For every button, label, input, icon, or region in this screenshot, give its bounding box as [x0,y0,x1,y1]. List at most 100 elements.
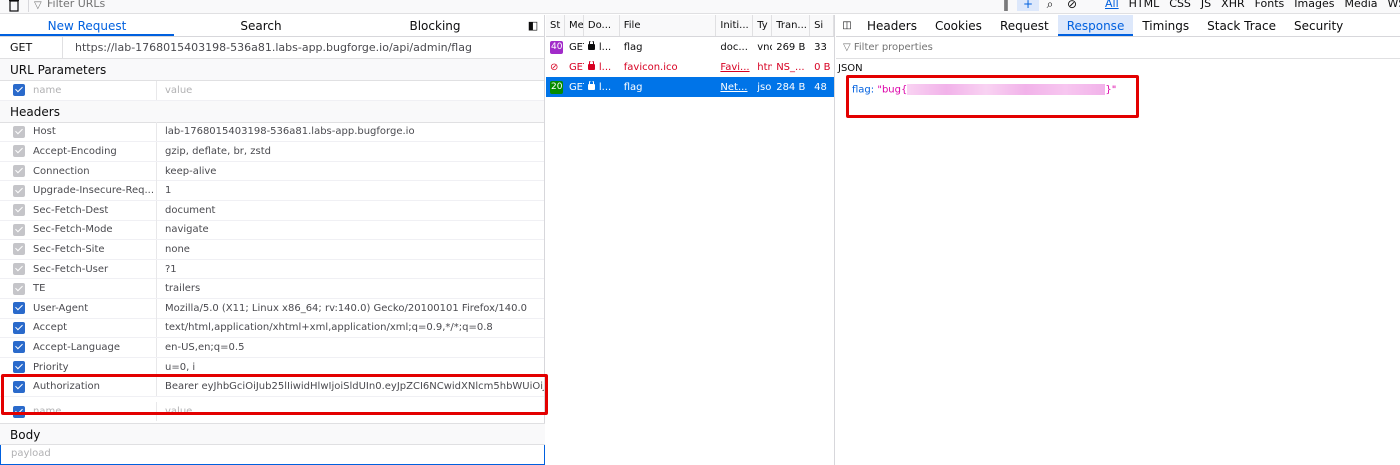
header-value-input[interactable]: 1 [156,181,544,201]
header-name-input[interactable]: User-Agent [25,303,156,314]
param-name-input[interactable]: name [25,85,156,96]
request-table-body: 40 GET l... flag doc... vnd 269 B 33 ⊘ GET l... fav… [546,37,834,97]
header-checkbox[interactable] [13,282,25,295]
type-filter-all[interactable]: All [1100,0,1124,10]
type-filter-js[interactable]: JS [1196,0,1216,10]
type-filter-css[interactable]: CSS [1164,0,1196,10]
header-name-input[interactable]: Accept [25,322,156,333]
header-row: User-Agent Mozilla/5.0 (X11; Linux x86_64… [0,298,544,319]
header-name-input[interactable]: Accept-Encoding [25,146,156,157]
initiator-cell: Net... [720,81,748,93]
header-value-input[interactable]: Mozilla/5.0 (X11; Linux x86_64; rv:140.0… [156,298,544,318]
type-filter-images[interactable]: Images [1289,0,1339,10]
tab-new-request[interactable]: New Request [0,15,174,36]
header-name-input[interactable]: Upgrade-Insecure-Req... [25,185,156,196]
url-param-checkbox[interactable] [13,84,25,97]
column-header[interactable]: Do... [584,15,620,36]
header-checkbox[interactable] [13,145,25,158]
type-filter-html[interactable]: HTML [1124,0,1165,10]
header-checkbox[interactable] [13,223,25,236]
header-checkbox[interactable] [13,361,25,374]
tab-security[interactable]: Security [1285,15,1352,36]
header-checkbox[interactable] [13,184,25,197]
blocked-icon: ⊘ [550,61,559,73]
pause-icon[interactable]: ‖ [995,0,1017,11]
column-header[interactable]: Initi... [716,15,754,36]
header-value-input[interactable]: ?1 [156,259,544,279]
header-name-input[interactable]: TE [25,283,156,294]
header-checkbox[interactable] [13,341,25,354]
request-row[interactable]: 20 GET l... flag Net... json 284 B 48 [546,77,834,97]
header-name-input[interactable]: Sec-Fetch-Mode [25,224,156,235]
header-name-input[interactable]: Host [25,126,156,137]
filter-properties-input[interactable]: ▽ Filter properties [836,37,1400,59]
domain-text: l... [598,42,612,53]
column-header[interactable]: Tran... [772,15,811,36]
header-value-input[interactable]: keep-alive [156,161,544,181]
type-cell: htm [757,61,772,73]
header-row: Connection keep-alive [0,161,544,182]
header-value-input[interactable]: navigate [156,220,544,240]
header-value-input[interactable]: gzip, deflate, br, zstd [156,141,544,161]
method-select[interactable]: GET [0,41,62,54]
new-request-icon[interactable]: + [1017,0,1039,11]
request-row[interactable]: ⊘ GET l... favicon.ico Favi... htm NS_... 0 B [546,57,834,77]
header-name-input[interactable]: Accept-Language [25,342,156,353]
search-icon[interactable]: ⌕ [1039,0,1061,11]
column-header[interactable]: Si [810,15,834,36]
tab-request[interactable]: Request [991,15,1058,36]
column-header[interactable]: File [620,15,717,36]
toggle-sidebar-icon[interactable]: ◫ [836,15,858,36]
domain-cell: l... [584,41,620,53]
column-header[interactable]: Ty [753,15,773,36]
column-header[interactable]: St [546,15,565,36]
tab-search[interactable]: Search [174,15,348,36]
method-cell: GET [568,41,584,53]
tab-cookies[interactable]: Cookies [926,15,991,36]
tab-timings[interactable]: Timings [1133,15,1198,36]
body-textarea[interactable]: payload [0,445,545,465]
tab-headers[interactable]: Headers [858,15,926,36]
type-cell: json [757,81,772,93]
header-name-input[interactable]: Connection [25,166,156,177]
transferred-cell: 284 B [776,81,806,93]
param-value-input[interactable]: value [156,80,544,100]
header-checkbox[interactable] [13,165,25,178]
type-filter-xhr[interactable]: XHR [1216,0,1249,10]
header-value-input[interactable]: trailers [156,279,544,299]
header-name-input[interactable]: Sec-Fetch-Site [25,244,156,255]
header-checkbox[interactable] [13,302,25,315]
header-value-input[interactable]: none [156,239,544,259]
tab-stack-trace[interactable]: Stack Trace [1198,15,1285,36]
type-filter-ws[interactable]: WS [1383,0,1400,10]
column-header[interactable]: Me [565,15,584,36]
header-name-input[interactable]: Sec-Fetch-User [25,264,156,275]
header-value-input[interactable]: text/html,application/xhtml+xml,applicat… [156,318,544,338]
transferred-cell: 269 B [776,41,806,53]
header-checkbox[interactable] [13,243,25,256]
header-name-input[interactable]: Priority [25,362,156,373]
header-value-input[interactable]: en-US,en;q=0.5 [156,337,544,357]
header-checkbox[interactable] [13,125,25,138]
lock-icon [587,61,595,70]
filter-urls-input[interactable]: Filter URLs [47,0,105,10]
file-cell: favicon.ico [623,61,678,73]
header-name-input[interactable]: Sec-Fetch-Dest [25,205,156,216]
transferred-cell: NS_... [776,61,805,73]
type-filter-fonts[interactable]: Fonts [1250,0,1290,10]
header-value-input[interactable]: lab-1768015403198-536a81.labs-app.bugfor… [156,122,544,142]
tab-response[interactable]: Response [1057,15,1134,36]
header-value-input[interactable]: document [156,200,544,220]
header-checkbox[interactable] [13,263,25,276]
type-filter-media[interactable]: Media [1339,0,1382,10]
trash-icon[interactable] [8,0,20,12]
tab-blocking[interactable]: Blocking [348,15,522,36]
header-checkbox[interactable] [13,321,25,334]
header-row: TE trailers [0,279,544,299]
url-input[interactable]: https://lab-1768015403198-536a81.labs-ap… [62,36,472,59]
block-icon[interactable]: ⊘ [1061,0,1083,11]
request-row[interactable]: 40 GET l... flag doc... vnd 269 B 33 [546,37,834,57]
header-checkbox[interactable] [13,204,25,217]
collapse-panel-icon[interactable]: ◧ [522,15,544,36]
header-row: Accept-Encoding gzip, deflate, br, zstd [0,141,544,162]
